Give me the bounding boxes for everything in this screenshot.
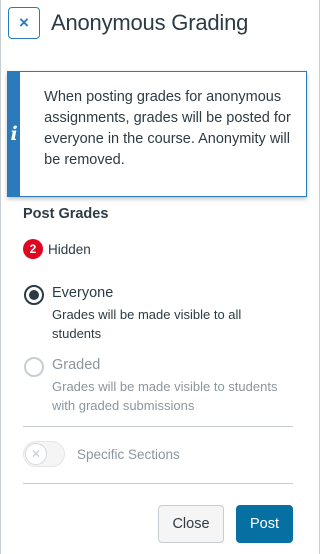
option-description: Grades will be made visible to students … [52,379,278,413]
specific-sections-label: Specific Sections [77,446,180,462]
option-label: Everyone [52,285,114,301]
hidden-count-badge: 2 [23,239,43,259]
info-icon: i [8,72,21,196]
option-label: Graded [52,357,101,373]
post-grades-heading: Post Grades [23,206,109,222]
radio-selected-icon[interactable] [24,285,44,305]
divider [23,426,293,427]
radio-option-everyone[interactable]: Everyone Grades will be made visible to … [24,283,294,343]
close-tray-button[interactable]: × [8,7,40,39]
option-description: Grades will be made visible to all stude… [52,307,242,341]
post-button[interactable]: Post [236,505,293,543]
radio-unselected-icon[interactable] [24,357,44,377]
alert-message: When posting grades for anonymous assign… [44,89,291,168]
close-icon: × [19,13,29,32]
radio-option-graded[interactable]: Graded Grades will be made visible to st… [24,355,294,415]
hidden-label: Hidden [48,241,91,257]
close-button[interactable]: Close [158,505,224,543]
tray-left-border [0,0,1,554]
hidden-count-row: 2 Hidden [23,239,91,259]
specific-sections-row: ✕ Specific Sections [23,441,180,467]
toggle-off-icon: ✕ [25,443,47,465]
info-alert: i When posting grades for anonymous assi… [7,71,307,197]
tray-title: Anonymous Grading [51,10,249,35]
specific-sections-toggle[interactable]: ✕ [23,441,65,467]
divider [23,483,293,484]
